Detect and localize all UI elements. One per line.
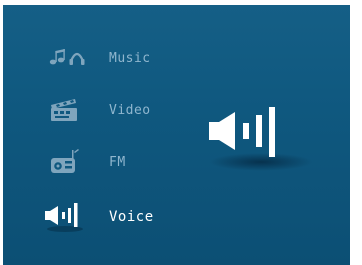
menu-item-video[interactable]: Video (3, 85, 178, 135)
music-icon (41, 38, 89, 78)
menu-item-label: Video (109, 102, 151, 118)
menu-item-label: FM (109, 154, 126, 170)
menu-item-label: Music (109, 50, 151, 66)
video-icon (41, 90, 89, 130)
main-menu: Music Video FM Voice (3, 5, 178, 265)
voice-icon (41, 197, 89, 237)
menu-item-voice[interactable]: Voice (3, 192, 178, 242)
voice-large-icon (203, 101, 323, 177)
menu-item-label: Voice (109, 209, 154, 225)
menu-item-music[interactable]: Music (3, 33, 178, 83)
radio-icon (41, 142, 89, 182)
menu-item-fm[interactable]: FM (3, 137, 178, 187)
device-screen: Music Video FM Voice (3, 5, 350, 265)
